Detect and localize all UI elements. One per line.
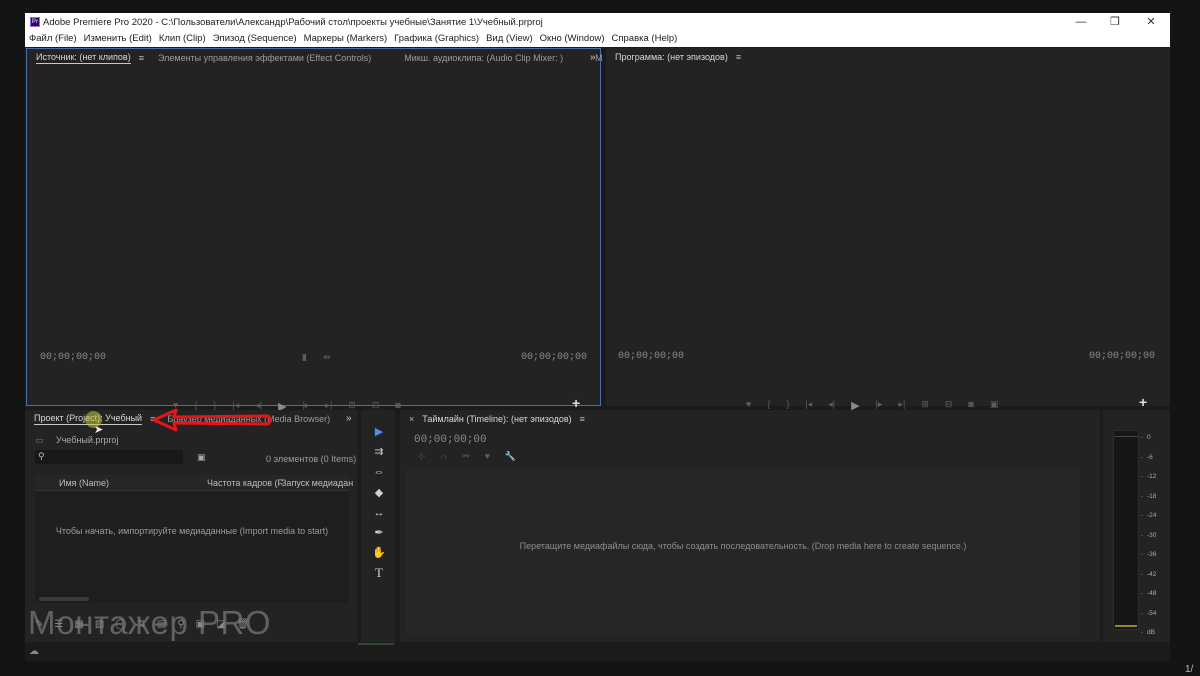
add-marker-icon[interactable]: ♥: [485, 451, 490, 462]
close-button[interactable]: ✕: [1144, 16, 1158, 28]
db-label: -42: [1141, 571, 1157, 578]
timeline-drop-area[interactable]: Перетащите медиафайлы сюда, чтобы создат…: [406, 467, 1080, 635]
add-button-icon[interactable]: +: [572, 395, 580, 411]
level-floor: [1115, 625, 1137, 627]
program-timecode-duration: 00;00;00;00: [1089, 351, 1156, 362]
nest-icon[interactable]: ⊹: [418, 451, 426, 462]
close-tab-icon[interactable]: ×: [409, 414, 414, 424]
type-tool-icon[interactable]: T: [371, 565, 387, 581]
timeline-timecode[interactable]: 00;00;00;00: [414, 434, 487, 446]
tab-effect-controls[interactable]: Элементы управления эффектами (Effect Co…: [158, 53, 371, 63]
source-timecode-current[interactable]: 00;00;00;00: [40, 352, 106, 363]
program-tabbar: Программа: (нет эпизодов) ≡: [606, 48, 1170, 66]
db-label: -18: [1141, 493, 1157, 500]
render-indicator: [358, 643, 394, 645]
track-select-forward-icon[interactable]: ⇉: [371, 444, 387, 460]
db-label: -24: [1141, 512, 1157, 519]
tab-audio-clip-mixer[interactable]: Микш. аудиоклипа: (Audio Clip Mixer: ): [404, 53, 563, 63]
clip-indicator: [1114, 431, 1138, 437]
search-input[interactable]: ⚲: [35, 450, 183, 464]
menu-window[interactable]: Окно (Window): [540, 32, 605, 47]
new-bin-icon[interactable]: ▣: [197, 452, 206, 463]
watermark-text: Монтажер PRO: [28, 604, 271, 641]
column-frame-rate[interactable]: Частота кадров (F: [207, 478, 283, 488]
program-timecode-current[interactable]: 00;00;00;00: [618, 351, 684, 362]
annotation-arrow: [152, 408, 272, 432]
project-file-name: Учебный.prproj: [56, 435, 119, 445]
status-bar: ☁: [25, 643, 1170, 661]
menu-edit[interactable]: Изменить (Edit): [84, 32, 152, 47]
menu-sequence[interactable]: Эпизод (Sequence): [213, 32, 297, 47]
premiere-window: Pr Adobe Premiere Pro 2020 - C:\Пользова…: [25, 13, 1170, 661]
selection-tool-icon[interactable]: ▶: [371, 424, 387, 440]
audio-level-bar: [1113, 430, 1139, 630]
item-count: 0 элементов (0 Items): [266, 454, 357, 464]
source-monitor-panel: Источник: (нет клипов) ≡ Элементы управл…: [26, 48, 603, 413]
linked-selection-icon[interactable]: ⚯: [462, 451, 470, 462]
column-name[interactable]: Имя (Name): [59, 478, 109, 488]
source-view-controls: ▮ ⇹: [302, 352, 331, 363]
db-label: 0: [1142, 434, 1151, 441]
title-bar: Pr Adobe Premiere Pro 2020 - C:\Пользова…: [25, 13, 1170, 32]
page-indicator: 1/: [1185, 664, 1194, 675]
project-file-icon: ▭: [35, 435, 44, 445]
db-label: dB: [1141, 629, 1155, 636]
mouse-pointer-icon: ➤: [94, 424, 104, 436]
panel-overflow-icon[interactable]: »: [346, 413, 352, 424]
tab-timeline[interactable]: Таймлайн (Timeline): (нет эпизодов): [422, 414, 571, 424]
settings-icon[interactable]: ▮: [302, 352, 307, 363]
menu-help[interactable]: Справка (Help): [612, 32, 678, 47]
horizontal-scrollbar[interactable]: [39, 597, 89, 601]
razor-icon[interactable]: ◆: [371, 485, 387, 501]
drag-video-icon[interactable]: ⇹: [323, 352, 331, 363]
ripple-edit-icon[interactable]: ⇔: [371, 464, 387, 480]
drop-message: Перетащите медиафайлы сюда, чтобы создат…: [519, 541, 967, 551]
wrench-icon[interactable]: 🔧: [505, 451, 516, 462]
db-label: -36: [1141, 551, 1157, 558]
tab-metadata[interactable]: M: [595, 53, 603, 63]
menu-bar: Файл (File) Изменить (Edit) Клип (Clip) …: [25, 32, 1170, 47]
panel-menu-icon[interactable]: ≡: [736, 52, 741, 62]
minimize-button[interactable]: —: [1074, 16, 1088, 28]
menu-clip[interactable]: Клип (Clip): [159, 32, 206, 47]
restore-button[interactable]: ❐: [1108, 16, 1122, 28]
column-media-start[interactable]: Запуск медиадан: [281, 478, 353, 488]
menu-markers[interactable]: Маркеры (Markers): [304, 32, 388, 47]
tools-panel: ▶ ⇉ ⇔ ◆ ↔ ✒ ✋ T: [361, 410, 395, 642]
slip-icon[interactable]: ↔: [371, 505, 387, 521]
timeline-tabbar: × Таймлайн (Timeline): (нет эпизодов) ≡: [400, 410, 1100, 428]
source-tabbar: Источник: (нет клипов) ≡ Элементы управл…: [27, 49, 603, 67]
tab-program[interactable]: Программа: (нет эпизодов): [615, 52, 728, 62]
timeline-toolbar: ⊹ ∩ ⚯ ♥ 🔧: [418, 451, 516, 462]
menu-graphics[interactable]: Графика (Graphics): [394, 32, 479, 47]
window-title: Adobe Premiere Pro 2020 - C:\Пользовател…: [43, 17, 543, 28]
db-label: -30: [1141, 532, 1157, 539]
db-label: -48: [1141, 590, 1157, 597]
db-label: -6: [1141, 454, 1153, 461]
source-timecode-duration: 00;00;00;00: [521, 352, 588, 363]
tab-source[interactable]: Источник: (нет клипов): [36, 52, 131, 64]
panel-overflow-icon[interactable]: »: [590, 52, 596, 63]
panel-menu-icon[interactable]: ≡: [139, 53, 144, 63]
premiere-app-icon: Pr: [30, 17, 40, 27]
creative-cloud-icon[interactable]: ☁: [29, 646, 39, 657]
snap-icon[interactable]: ∩: [441, 451, 447, 462]
program-monitor-panel: Программа: (нет эпизодов) ≡ 00;00;00;00 …: [606, 48, 1170, 412]
menu-view[interactable]: Вид (View): [486, 32, 533, 47]
menu-file[interactable]: Файл (File): [29, 32, 77, 47]
add-button-icon[interactable]: +: [1139, 394, 1147, 410]
project-items-table: Имя (Name) Частота кадров (F Запуск меди…: [35, 475, 353, 603]
audio-meter-panel: 0 -6 -12 -18 -24 -30 -36 -42 -48 -54 dB: [1103, 410, 1170, 642]
search-icon: ⚲: [38, 451, 45, 461]
db-label: -54: [1141, 610, 1157, 617]
pen-icon[interactable]: ✒: [371, 525, 387, 541]
empty-message: Чтобы начать, импортируйте медиаданные (…: [55, 526, 329, 536]
db-label: -12: [1141, 473, 1157, 480]
timeline-panel: × Таймлайн (Timeline): (нет эпизодов) ≡ …: [400, 410, 1100, 642]
table-header: Имя (Name) Частота кадров (F Запуск меди…: [35, 475, 353, 491]
panel-menu-icon[interactable]: ≡: [580, 414, 585, 424]
hand-icon[interactable]: ✋: [371, 545, 387, 561]
